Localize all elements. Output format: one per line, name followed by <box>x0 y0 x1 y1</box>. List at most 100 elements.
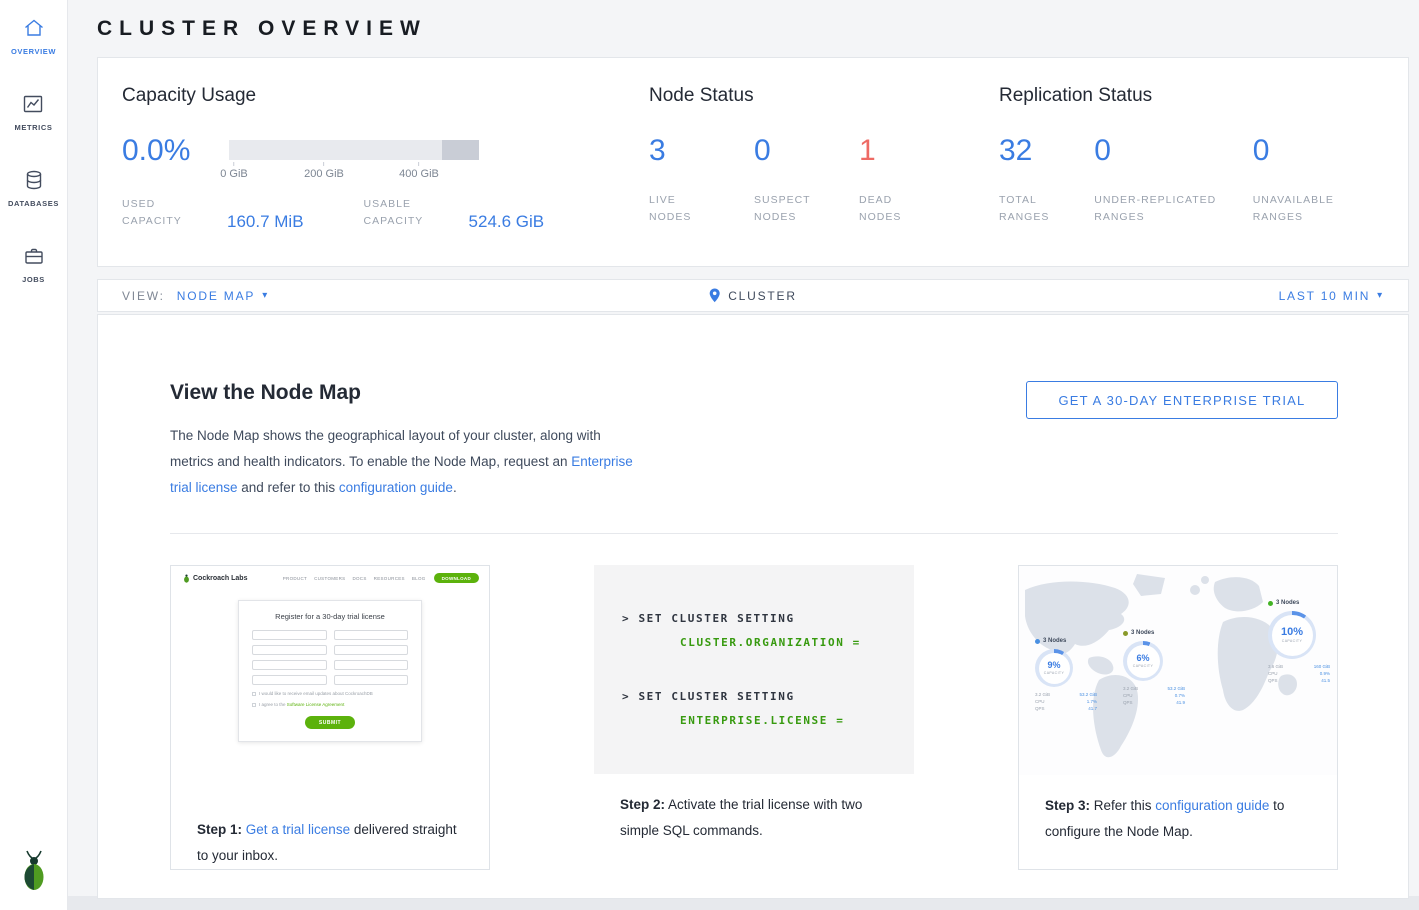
under-replicated-ranges-value: 0 <box>1094 136 1252 166</box>
capacity-donut: 6% CAPACITY <box>1123 641 1163 681</box>
map-breadcrumb: CLUSTER <box>709 280 797 311</box>
sidebar-item-label: METRICS <box>15 123 53 132</box>
step-2-caption: Step 2: Activate the trial license with … <box>594 774 914 870</box>
view-selector-dropdown[interactable]: NODE MAP ▾ <box>177 289 269 303</box>
mini-site-submit-button: SUBMIT <box>305 716 355 729</box>
trial-registration-form: Register for a 30-day trial license <box>238 600 422 742</box>
locality-dot-icon <box>1035 639 1040 644</box>
replication-status-title: Replication Status <box>999 84 1384 108</box>
suspect-nodes-value: 0 <box>754 136 859 166</box>
node-status-title: Node Status <box>649 84 999 108</box>
cluster-breadcrumb-label: CLUSTER <box>728 289 797 303</box>
usable-capacity-stat: USABLE CAPACITY 524.6 GiB <box>364 196 545 230</box>
live-nodes-value: 3 <box>649 136 754 166</box>
location-pin-icon <box>709 288 720 303</box>
cluster-summary-card: Capacity Usage 0.0% 0 GiB 200 GiB 400 Gi… <box>97 57 1409 267</box>
trial-license-site-preview: Cockroach Labs PRODUCT CUSTOMERS DOCS RE… <box>171 566 489 799</box>
view-selector-value: NODE MAP <box>177 289 255 303</box>
dead-nodes-stat: 1 DEAD NODES <box>859 136 964 226</box>
form-field <box>252 645 327 655</box>
capacity-percent: 0.0% <box>122 136 229 166</box>
usable-capacity-value: 524.6 GiB <box>469 213 545 230</box>
total-ranges-value: 32 <box>999 136 1094 166</box>
under-replicated-ranges-label: UNDER-REPLICATED RANGES <box>1094 192 1244 226</box>
sidebar-item-databases[interactable]: DATABASES <box>8 168 59 208</box>
mini-site-nav-links: PRODUCT CUSTOMERS DOCS RESOURCES BLOG <box>283 576 426 581</box>
app-root: OVERVIEW METRICS DATABASES <box>0 0 1419 910</box>
live-nodes-label: LIVE NODES <box>649 192 729 226</box>
capacity-usage-title: Capacity Usage <box>122 84 649 108</box>
description-text: . <box>453 480 457 495</box>
node-status-section: Node Status 3 LIVE NODES 0 SUSPECT NODES… <box>649 84 999 266</box>
capacity-gauge: 0 GiB 200 GiB 400 GiB <box>229 140 479 184</box>
step-2-card: > SET CLUSTER SETTING CLUSTER.ORGANIZATI… <box>594 565 914 870</box>
description-text: and refer to this <box>238 480 339 495</box>
capacity-donut: 9% CAPACITY <box>1035 649 1073 687</box>
main-content: CLUSTER OVERVIEW Capacity Usage 0.0% 0 G… <box>68 0 1419 896</box>
form-checkbox-row: I agree to the Software License Agreemen… <box>252 702 408 707</box>
replication-status-section: Replication Status 32 TOTAL RANGES 0 UND… <box>999 84 1384 266</box>
checkbox-icon <box>252 692 256 696</box>
sql-commands-snippet: > SET CLUSTER SETTING CLUSTER.ORGANIZATI… <box>594 565 914 774</box>
sidebar-item-overview[interactable]: OVERVIEW <box>11 16 56 56</box>
metrics-icon <box>21 92 45 116</box>
chevron-down-icon: ▾ <box>262 290 269 301</box>
step-1-caption: Step 1: Get a trial license delivered st… <box>171 799 489 869</box>
get-trial-license-link[interactable]: Get a trial license <box>246 822 350 837</box>
enterprise-trial-button[interactable]: GET A 30-DAY ENTERPRISE TRIAL <box>1026 381 1338 419</box>
node-map-panel: View the Node Map The Node Map shows the… <box>97 314 1409 899</box>
home-icon <box>22 16 46 40</box>
node-map-preview: 3 Nodes 9% CAPACITY 3.2 GiB53.2 GiB CP <box>1019 566 1337 775</box>
used-capacity-stat: USED CAPACITY 160.7 MiB <box>122 196 304 230</box>
sidebar-item-label: DATABASES <box>8 199 59 208</box>
gauge-tick-label: 0 GiB <box>220 168 248 180</box>
usable-capacity-label: USABLE CAPACITY <box>364 196 439 230</box>
form-field <box>334 630 409 640</box>
suspect-nodes-label: SUSPECT NODES <box>754 192 834 226</box>
node-map-description: The Node Map shows the geographical layo… <box>170 423 640 501</box>
gauge-tick-label: 400 GiB <box>399 168 439 180</box>
code-line: ENTERPRISE.LICENSE = <box>622 709 914 733</box>
unavailable-ranges-stat: 0 UNAVAILABLE RANGES <box>1253 136 1384 226</box>
cockroach-bug-icon <box>183 574 190 583</box>
view-bar: VIEW: NODE MAP ▾ CLUSTER LAST 10 MIN ▾ <box>97 279 1409 312</box>
node-map-title: View the Node Map <box>170 381 640 405</box>
capacity-gauge-ticks: 0 GiB 200 GiB 400 GiB <box>229 160 479 184</box>
time-range-value: LAST 10 MIN <box>1279 289 1371 303</box>
map-marker-region: 3 Nodes 10% CAPACITY 3.6 GiB160 GiB CP <box>1268 600 1330 684</box>
mini-site-brand: Cockroach Labs <box>183 574 247 583</box>
configuration-guide-link[interactable]: configuration guide <box>1155 798 1269 813</box>
sidebar-item-label: JOBS <box>22 275 45 284</box>
map-marker-region: 3 Nodes 9% CAPACITY 3.2 GiB53.2 GiB CP <box>1035 638 1097 712</box>
form-checkbox-row: I would like to receive email updates ab… <box>252 691 408 696</box>
checkbox-icon <box>252 703 256 707</box>
used-capacity-value: 160.7 MiB <box>227 213 304 230</box>
sidebar-item-jobs[interactable]: JOBS <box>22 244 46 284</box>
locality-dot-icon <box>1268 601 1273 606</box>
capacity-usage-section: Capacity Usage 0.0% 0 GiB 200 GiB 400 Gi… <box>122 84 649 266</box>
divider <box>170 533 1338 534</box>
form-field <box>334 660 409 670</box>
gauge-tick-label: 200 GiB <box>304 168 344 180</box>
view-label: VIEW: <box>122 289 165 303</box>
under-replicated-ranges-stat: 0 UNDER-REPLICATED RANGES <box>1094 136 1252 226</box>
cockroach-bug-logo <box>18 849 50 898</box>
dead-nodes-value: 1 <box>859 136 964 166</box>
code-line: CLUSTER.ORGANIZATION = <box>622 631 914 655</box>
chevron-down-icon: ▾ <box>1377 290 1384 301</box>
step-3-caption: Step 3: Refer this configuration guide t… <box>1019 775 1337 869</box>
form-field <box>334 645 409 655</box>
jobs-icon <box>22 244 46 268</box>
page-title: CLUSTER OVERVIEW <box>97 16 1409 42</box>
form-field <box>252 630 327 640</box>
total-ranges-stat: 32 TOTAL RANGES <box>999 136 1094 226</box>
unavailable-ranges-value: 0 <box>1253 136 1384 166</box>
time-range-dropdown[interactable]: LAST 10 MIN ▾ <box>1279 289 1384 303</box>
map-marker-region: 3 Nodes 6% CAPACITY 3.2 GiB53.2 GiB CP <box>1123 630 1185 706</box>
databases-icon <box>22 168 46 192</box>
code-line: > SET CLUSTER SETTING <box>622 685 914 709</box>
description-text: The Node Map shows the geographical layo… <box>170 428 601 469</box>
sidebar-item-metrics[interactable]: METRICS <box>15 92 53 132</box>
total-ranges-label: TOTAL RANGES <box>999 192 1094 226</box>
configuration-guide-link[interactable]: configuration guide <box>339 480 453 495</box>
